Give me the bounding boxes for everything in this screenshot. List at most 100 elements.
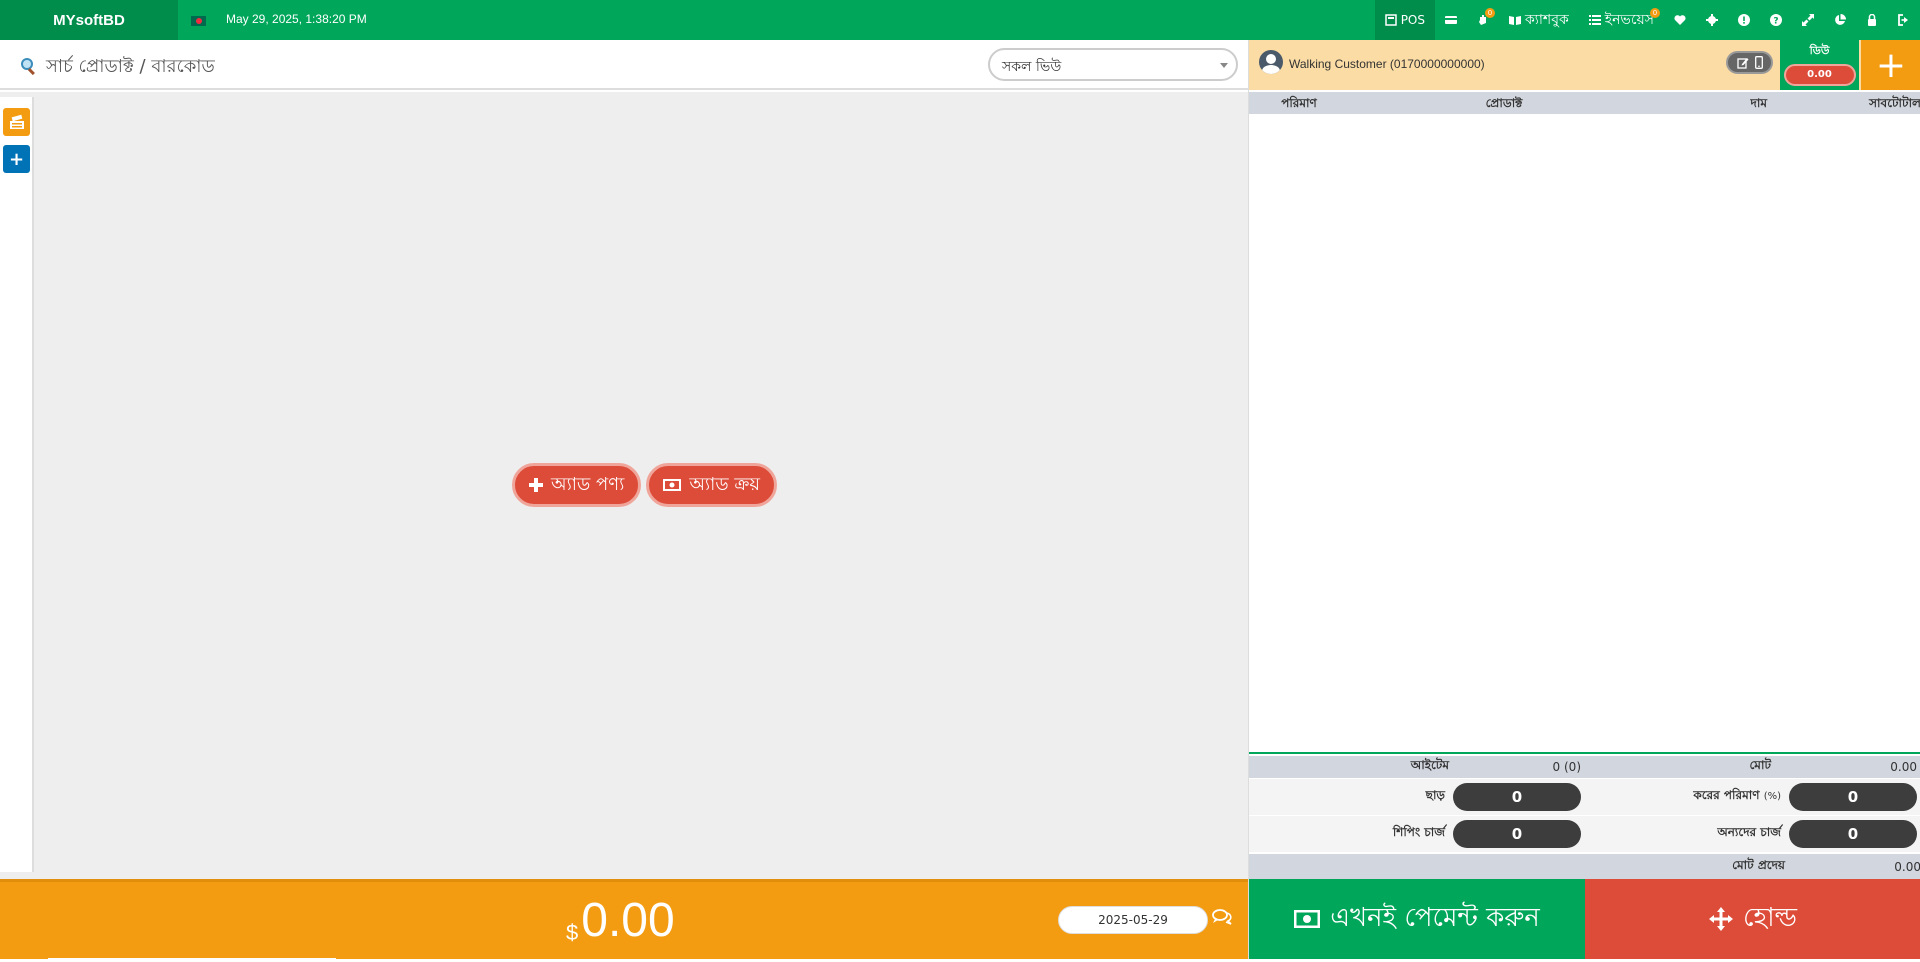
- quick-actions: অ্যাড পণ্য অ্যাড ক্রয়: [512, 463, 777, 507]
- tax-label: করের পরিমাণ: [1693, 788, 1760, 802]
- nav-pos[interactable]: POS: [1374, 0, 1435, 40]
- summary-discount-row: ছাড় 0 করের পরিমাণ (%) 0: [1249, 779, 1920, 815]
- shipping-label: শিপিং চার্জ: [1392, 825, 1445, 839]
- payable-value: 0.00: [1894, 859, 1920, 874]
- card-icon: [1445, 16, 1457, 24]
- side-toolbar: +: [0, 97, 34, 872]
- nav-settings[interactable]: [1696, 0, 1728, 40]
- expand-icon: [1802, 14, 1814, 26]
- exclamation-circle-icon: [1738, 14, 1750, 26]
- book-icon: [1509, 16, 1521, 25]
- summary-payable-row: মোট প্রদেয় 0.00: [1249, 854, 1920, 879]
- nav-lock[interactable]: [1856, 0, 1888, 40]
- col-quantity: পরিমাণ: [1281, 96, 1317, 110]
- nav-invoices[interactable]: ইনভয়েস 0: [1579, 0, 1664, 40]
- discount-label: ছাড়: [1425, 788, 1445, 802]
- comments-icon[interactable]: [1212, 908, 1232, 926]
- cart-panel: Walking Customer (0170000000000) ডিউ 0.0…: [1248, 40, 1920, 959]
- cart-items-list: [1249, 114, 1920, 754]
- grand-total-display: $0.00: [566, 893, 675, 948]
- invoices-badge: 0: [1650, 8, 1660, 18]
- list-icon: [1588, 15, 1601, 25]
- search-input[interactable]: সার্চ প্রোডাক্ট / বারকোড: [46, 52, 215, 83]
- money-icon: [1294, 910, 1321, 928]
- discount-input[interactable]: 0: [1453, 783, 1581, 811]
- plus-icon: +: [8, 148, 25, 170]
- nav-logout[interactable]: [1888, 0, 1920, 40]
- svg-text:?: ?: [1773, 17, 1778, 27]
- nav-fullscreen[interactable]: [1792, 0, 1824, 40]
- heart-icon: [1674, 15, 1686, 25]
- currency-symbol: $: [566, 920, 579, 945]
- nav-reports[interactable]: [1824, 0, 1856, 40]
- cash-drawer-button[interactable]: [3, 108, 30, 136]
- product-panel: সার্চ প্রোডাক্ট / বারকোড সকল ভিউ + অ্যাড…: [0, 40, 1248, 879]
- nav-alert[interactable]: [1728, 0, 1760, 40]
- nav-pos-label: POS: [1400, 13, 1425, 27]
- lock-icon: [1868, 14, 1876, 26]
- edit-icon[interactable]: [1736, 57, 1749, 69]
- col-subtotal: সাবটোটাল: [1869, 96, 1920, 110]
- nav-notifications[interactable]: 0: [1467, 0, 1499, 40]
- cart-table-header: পরিমাণ প্রোডাক্ট দাম সাবটোটাল: [1249, 92, 1920, 114]
- col-price: দাম: [1750, 96, 1767, 110]
- pay-now-button[interactable]: এখনই পেমেন্ট করুন: [1249, 879, 1585, 959]
- other-charge-label: অন্যদের চার্জ: [1717, 825, 1781, 839]
- add-product-button[interactable]: অ্যাড পণ্য: [512, 463, 642, 507]
- nav-help[interactable]: ?: [1760, 0, 1792, 40]
- product-grid: + অ্যাড পণ্য অ্যাড ক্রয়: [0, 92, 1248, 879]
- add-product-label: অ্যাড পণ্য: [551, 473, 625, 495]
- mobile-icon[interactable]: [1754, 56, 1763, 69]
- nav-cashbook[interactable]: ক্যাশবুক: [1499, 0, 1579, 40]
- category-filter-value: সকল ভিউ: [1002, 59, 1062, 75]
- plus-icon: +: [1875, 44, 1907, 86]
- tax-input[interactable]: 0: [1789, 783, 1917, 811]
- add-purchase-label: অ্যাড ক্রয়: [689, 473, 760, 495]
- total-bar: $0.00 2025-05-29: [0, 879, 1248, 962]
- current-datetime: May 29, 2025, 1:38:20 PM: [226, 12, 367, 26]
- gear-icon: [1706, 14, 1718, 26]
- plus-icon: [529, 478, 543, 492]
- add-purchase-button[interactable]: অ্যাড ক্রয়: [646, 463, 777, 507]
- sale-date-input[interactable]: 2025-05-29: [1058, 906, 1208, 934]
- hold-label: হোল্ড: [1742, 903, 1798, 933]
- top-navbar: MYsoftBD May 29, 2025, 1:38:20 PM POS 0 …: [0, 0, 1920, 40]
- add-customer-button[interactable]: +: [1861, 40, 1920, 90]
- items-value: 0 (0): [1552, 760, 1581, 774]
- nav-cashbook-label: ক্যাশবুক: [1525, 12, 1569, 28]
- sign-out-icon: [1898, 14, 1908, 26]
- customer-avatar-icon: [1259, 50, 1283, 74]
- arrows-icon: [1708, 907, 1733, 931]
- chevron-down-icon: [1220, 63, 1228, 68]
- total-value: 0.00: [1890, 760, 1917, 774]
- nav-invoices-label: ইনভয়েস: [1604, 12, 1654, 28]
- shipping-input[interactable]: 0: [1453, 820, 1581, 848]
- summary-items-row: আইটেম 0 (0) মোট 0.00: [1249, 756, 1920, 778]
- summary-charges-row: শিপিং চার্জ 0 অন্যদের চার্জ 0: [1249, 816, 1920, 852]
- nav-icons: POS 0 ক্যাশবুক ইনভয়েস 0 ?: [1374, 0, 1920, 40]
- customer-actions[interactable]: [1726, 51, 1773, 74]
- items-label: আইটেম: [1410, 758, 1449, 772]
- other-charge-input[interactable]: 0: [1789, 820, 1917, 848]
- customer-bar: Walking Customer (0170000000000) ডিউ 0.0…: [1249, 40, 1920, 90]
- pie-chart-icon: [1835, 14, 1846, 25]
- money-icon: [663, 479, 682, 491]
- due-label: ডিউ: [1809, 44, 1830, 57]
- col-product: প্রোডাক্ট: [1485, 96, 1523, 110]
- question-circle-icon: ?: [1770, 14, 1782, 26]
- total-label: মোট: [1749, 758, 1771, 772]
- pos-icon: [1384, 14, 1397, 26]
- tax-unit: (%): [1763, 791, 1781, 802]
- app-logo[interactable]: MYsoftBD: [0, 0, 178, 40]
- category-filter-select[interactable]: সকল ভিউ: [988, 48, 1238, 81]
- hold-button[interactable]: হোল্ড: [1585, 879, 1920, 959]
- add-item-button[interactable]: +: [3, 145, 30, 173]
- payable-label: মোট প্রদেয়: [1732, 857, 1785, 872]
- search-icon: [21, 58, 35, 76]
- bangladesh-flag-icon[interactable]: [191, 16, 206, 26]
- nav-favorites[interactable]: [1664, 0, 1696, 40]
- customer-name[interactable]: Walking Customer (0170000000000): [1289, 57, 1485, 71]
- nav-card[interactable]: [1435, 0, 1467, 40]
- due-value: 0.00: [1783, 64, 1856, 86]
- notifications-badge: 0: [1485, 8, 1495, 18]
